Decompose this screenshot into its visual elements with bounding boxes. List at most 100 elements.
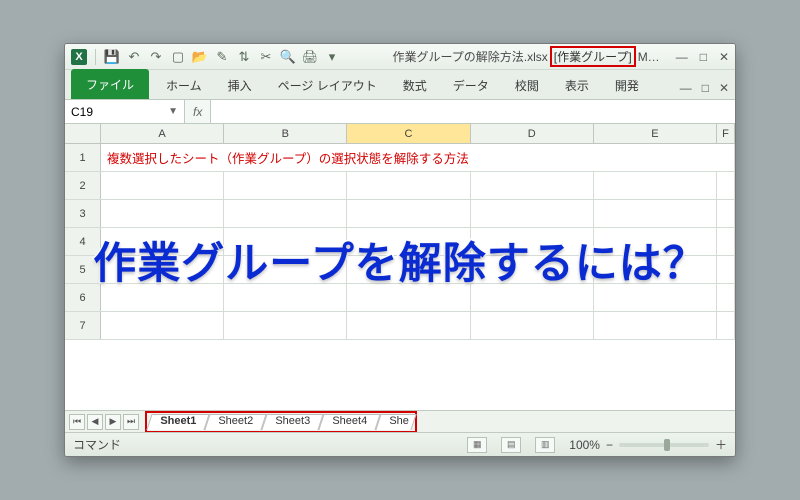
- status-mode-label: コマンド: [73, 436, 121, 453]
- workbook-window-controls: — □ ✕: [680, 81, 729, 99]
- row-header-1[interactable]: 1: [65, 144, 101, 171]
- cell[interactable]: [471, 172, 594, 199]
- cell[interactable]: [717, 312, 735, 339]
- sheet-tab-3[interactable]: Sheet3: [261, 414, 323, 430]
- col-header-E[interactable]: E: [594, 124, 717, 143]
- cell[interactable]: [717, 172, 735, 199]
- formula-input[interactable]: [211, 100, 735, 123]
- tab-review[interactable]: 校閲: [502, 70, 552, 99]
- view-normal-icon[interactable]: ▦: [467, 437, 487, 453]
- print-icon[interactable]: 🖨: [302, 49, 318, 65]
- wb-close-icon[interactable]: ✕: [719, 81, 729, 95]
- qat-more-icon[interactable]: ▾: [324, 49, 340, 65]
- app-suffix: M…: [638, 50, 660, 64]
- status-bar: コマンド ▦ ▤ ▥ 100% − ＋: [65, 432, 735, 456]
- sheet-nav-next-icon[interactable]: ▶: [105, 414, 121, 430]
- tab-data[interactable]: データ: [440, 70, 502, 99]
- cell[interactable]: [471, 200, 594, 227]
- brush-icon[interactable]: ✎: [214, 49, 230, 65]
- sheet-tab-5-partial[interactable]: She: [375, 414, 416, 430]
- cell[interactable]: [471, 312, 594, 339]
- cell[interactable]: [717, 256, 735, 283]
- sheet-tab-2[interactable]: Sheet2: [204, 414, 266, 430]
- preview-icon[interactable]: 🔍: [280, 49, 296, 65]
- ribbon-tabs: ファイル ホーム 挿入 ページ レイアウト 数式 データ 校閲 表示 開発 — …: [65, 70, 735, 100]
- cell[interactable]: [224, 200, 347, 227]
- sheet-tab-4[interactable]: Sheet4: [318, 414, 380, 430]
- cell[interactable]: [717, 284, 735, 311]
- overlay-headline: 作業グループを解除するには？: [93, 229, 706, 291]
- save-icon[interactable]: 💾: [104, 49, 120, 65]
- name-box[interactable]: C19 ▼: [65, 100, 185, 123]
- sheet-tabs-highlight-box: Sheet1 Sheet2 Sheet3 Sheet4 She: [145, 411, 417, 433]
- view-layout-icon[interactable]: ▤: [501, 437, 521, 453]
- select-all-corner[interactable]: [65, 124, 101, 143]
- fx-button[interactable]: fx: [185, 100, 211, 123]
- col-header-F[interactable]: F: [717, 124, 735, 143]
- sheet-nav-first-icon[interactable]: ⏮: [69, 414, 85, 430]
- col-header-B[interactable]: B: [224, 124, 347, 143]
- zoom-slider[interactable]: [619, 443, 709, 447]
- formula-bar: C19 ▼ fx: [65, 100, 735, 124]
- open-icon[interactable]: 📂: [192, 49, 208, 65]
- sheet-tab-bar: ⏮ ◀ ▶ ⏭ Sheet1 Sheet2 Sheet3 Sheet4 She: [65, 410, 735, 432]
- wb-maximize-icon[interactable]: □: [702, 81, 709, 95]
- cell[interactable]: [594, 200, 717, 227]
- wb-minimize-icon[interactable]: —: [680, 81, 692, 95]
- cell[interactable]: [717, 200, 735, 227]
- maximize-icon[interactable]: □: [700, 50, 707, 64]
- cell[interactable]: [101, 200, 224, 227]
- quick-access-toolbar: 💾 ↶ ↷ ▢ 📂 ✎ ⇅ ✂ 🔍 🖨 ▾ 作業グループの解除方法.xlsx […: [65, 44, 735, 70]
- chevron-down-icon[interactable]: ▼: [168, 106, 178, 117]
- col-header-C[interactable]: C: [347, 124, 470, 143]
- tab-insert[interactable]: 挿入: [215, 70, 265, 99]
- tab-view[interactable]: 表示: [552, 70, 602, 99]
- workgroup-tag: [作業グループ]: [550, 46, 636, 67]
- cell[interactable]: [101, 312, 224, 339]
- cell[interactable]: [347, 200, 470, 227]
- name-box-value: C19: [71, 105, 93, 119]
- window-controls: — □ ✕: [676, 50, 729, 64]
- new-icon[interactable]: ▢: [170, 49, 186, 65]
- redo-icon[interactable]: ↷: [148, 49, 164, 65]
- row-header-7[interactable]: 7: [65, 312, 101, 339]
- cell[interactable]: [347, 172, 470, 199]
- cell[interactable]: [101, 172, 224, 199]
- col-header-D[interactable]: D: [471, 124, 594, 143]
- zoom-level-label: 100%: [569, 438, 600, 452]
- undo-icon[interactable]: ↶: [126, 49, 142, 65]
- cell[interactable]: [717, 228, 735, 255]
- cut-icon[interactable]: ✂: [258, 49, 274, 65]
- zoom-in-button[interactable]: ＋: [715, 436, 727, 453]
- row-header-2[interactable]: 2: [65, 172, 101, 199]
- row-1: 1 複数選択したシート（作業グループ）の選択状態を解除する方法: [65, 144, 735, 172]
- title-bar-text: 作業グループの解除方法.xlsx [作業グループ] M…: [392, 46, 659, 67]
- cell[interactable]: [347, 312, 470, 339]
- sheet-tab-1[interactable]: Sheet1: [146, 414, 209, 430]
- close-icon[interactable]: ✕: [719, 50, 729, 64]
- row-header-3[interactable]: 3: [65, 200, 101, 227]
- sheet-nav-last-icon[interactable]: ⏭: [123, 414, 139, 430]
- tab-home[interactable]: ホーム: [153, 70, 215, 99]
- cell[interactable]: [224, 172, 347, 199]
- filename-label: 作業グループの解除方法.xlsx: [392, 48, 547, 65]
- zoom-control: 100% − ＋: [569, 436, 727, 453]
- zoom-out-button[interactable]: −: [606, 438, 613, 452]
- cell[interactable]: [224, 312, 347, 339]
- sheet-nav-prev-icon[interactable]: ◀: [87, 414, 103, 430]
- tab-formulas[interactable]: 数式: [390, 70, 440, 99]
- cell-A1-text[interactable]: 複数選択したシート（作業グループ）の選択状態を解除する方法: [101, 144, 735, 171]
- excel-app-icon: [71, 49, 87, 65]
- tab-developer[interactable]: 開発: [602, 70, 652, 99]
- col-header-A[interactable]: A: [101, 124, 224, 143]
- separator: [95, 49, 96, 65]
- cell[interactable]: [594, 312, 717, 339]
- column-headers: A B C D E F: [65, 124, 735, 144]
- row-7: 7: [65, 312, 735, 340]
- tab-page-layout[interactable]: ページ レイアウト: [265, 70, 390, 99]
- sort-icon[interactable]: ⇅: [236, 49, 252, 65]
- tab-file[interactable]: ファイル: [71, 69, 149, 99]
- minimize-icon[interactable]: —: [676, 50, 688, 64]
- cell[interactable]: [594, 172, 717, 199]
- view-pagebreak-icon[interactable]: ▥: [535, 437, 555, 453]
